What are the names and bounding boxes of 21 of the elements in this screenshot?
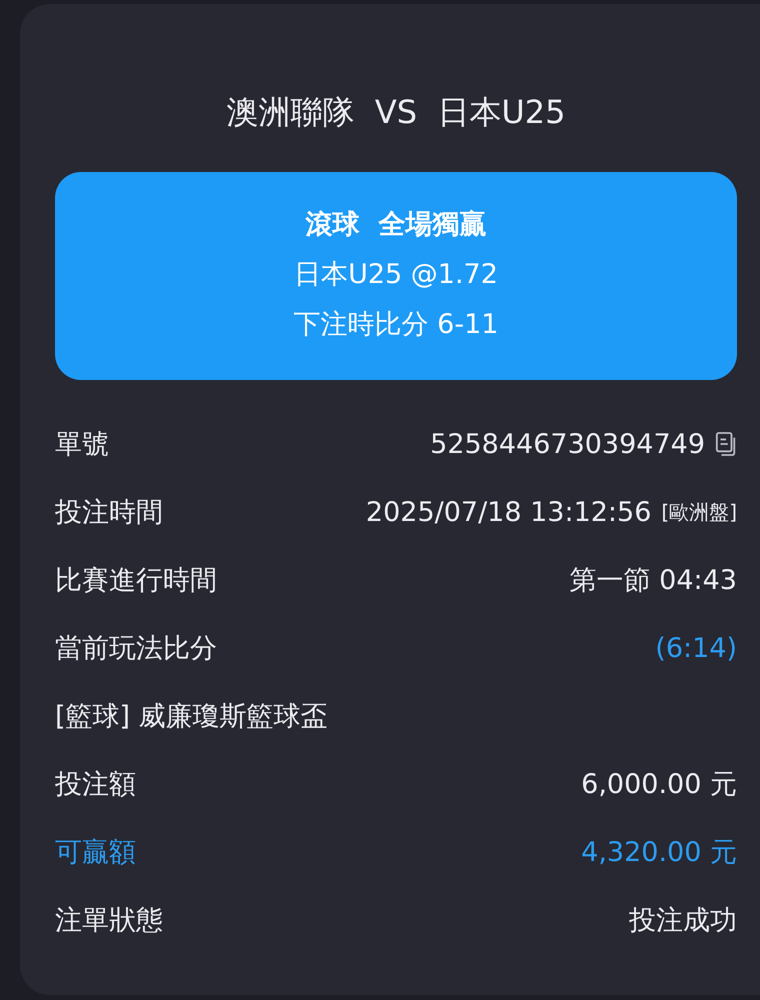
detail-label: 可贏額 [55, 836, 136, 870]
detail-value: 5258446730394749 [430, 428, 705, 460]
detail-label: 比賽進行時間 [55, 564, 217, 598]
score-at-bet: 下注時比分 6-11 [292, 308, 500, 342]
bet-selection: 日本U25 @1.72 [293, 258, 499, 292]
detail-value: 2025/07/18 13:12:56 [366, 496, 652, 528]
detail-label: 投注額 [55, 768, 136, 802]
match-title: 澳洲聯隊 VS 日本U25 [225, 92, 567, 133]
detail-label: 單號 [55, 428, 109, 462]
detail-value: 投注成功 [629, 904, 737, 938]
detail-value: (6:14) [655, 632, 737, 664]
copy-icon[interactable] [715, 431, 737, 457]
detail-value: 6,000.00 元 [581, 768, 737, 802]
league-name: [籃球] 威廉瓊斯籃球盃 [55, 700, 328, 734]
odds-type-note: [歐洲盤] [661, 498, 737, 526]
detail-value: 第一節 04:43 [570, 564, 737, 598]
bet-type: 滾球 全場獨贏 [304, 208, 488, 242]
detail-value: 4,320.00 元 [581, 836, 737, 870]
detail-label: 當前玩法比分 [55, 632, 217, 666]
detail-label: 投注時間 [55, 496, 163, 530]
detail-label: 注單狀態 [55, 904, 163, 938]
